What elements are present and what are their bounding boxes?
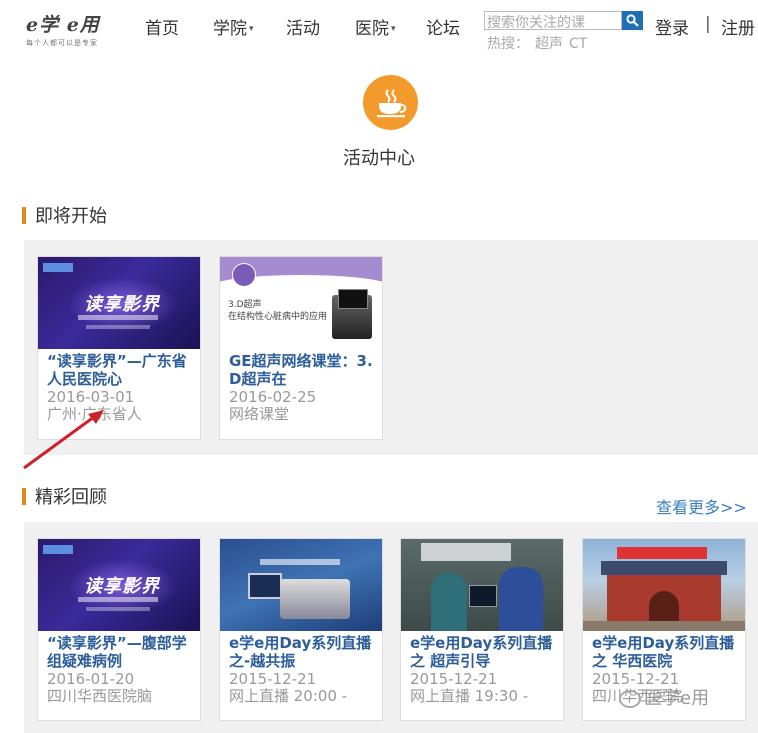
event-title[interactable]: e学e用Day系列直播之 超声引导 <box>401 631 563 670</box>
annotation-arrow-icon <box>23 410 104 470</box>
event-date: 2015-12-21 <box>410 670 498 688</box>
event-card[interactable]: 3.D超声 在结构性心脏病中的应用 GE超声网络课堂：3.D超声在 2016-02… <box>219 256 383 440</box>
event-card[interactable]: e学e用Day系列直播之 超声引导 2015-12-21 网上直播 19:30 … <box>400 538 564 721</box>
chevron-down-icon: ▾ <box>391 24 396 34</box>
event-thumbnail: 读享影界 <box>38 539 200 631</box>
event-thumbnail <box>583 539 745 631</box>
section-review-heading: 精彩回顾 <box>22 484 107 508</box>
wechat-icon <box>619 690 641 708</box>
wechat-watermark: 医学e用 <box>619 684 709 710</box>
search-button[interactable] <box>622 11 643 30</box>
register-link[interactable]: 注册 <box>721 14 755 39</box>
event-thumbnail <box>401 539 563 631</box>
event-location: 网络课堂 <box>229 406 290 423</box>
event-title[interactable]: GE超声网络课堂：3.D超声在 <box>220 349 382 388</box>
event-location: 网上直播 19:30 - <box>410 688 529 705</box>
hot-search-term[interactable]: CT <box>569 36 587 52</box>
header-separator: | <box>705 14 711 34</box>
event-title[interactable]: e学e用Day系列直播之-越共振 <box>220 631 382 670</box>
logo-text: e学 e用 <box>26 14 100 36</box>
nav-item-hospitals[interactable]: 医院 ▾ <box>355 14 396 39</box>
nav-item-academy[interactable]: 学院 ▾ <box>213 14 254 39</box>
page-title: 活动中心 <box>343 148 415 169</box>
section-upcoming-heading: 即将开始 <box>22 203 107 227</box>
section-title: 精彩回顾 <box>35 487 107 508</box>
section-marker <box>22 206 26 224</box>
logo-slogan: 每个人都可以是专家 <box>26 39 98 47</box>
login-link[interactable]: 登录 <box>655 14 689 39</box>
section-marker <box>22 487 26 505</box>
nav-item-activities[interactable]: 活动 <box>286 14 320 39</box>
chevron-down-icon: ▾ <box>249 24 254 34</box>
hot-search-term[interactable]: 超声 <box>535 36 563 52</box>
event-location: 四川华西医院脑 <box>47 688 153 705</box>
search-box <box>484 11 623 32</box>
top-navigation-bar: e学 e用 每个人都可以是专家 首页 学院▾ 活动 医院▾ 论坛 热搜：超声CT… <box>0 0 758 54</box>
hot-searches: 热搜： 超声 CT <box>487 36 588 52</box>
nav-item-forum[interactable]: 论坛 <box>426 14 460 39</box>
coffee-cup-icon <box>363 75 418 130</box>
event-title[interactable]: “读享影界”—广东省人民医院心 <box>38 349 200 388</box>
search-input[interactable] <box>485 14 623 32</box>
event-thumbnail: 读享影界 <box>38 257 200 349</box>
event-thumbnail: 3.D超声 在结构性心脏病中的应用 <box>220 257 382 349</box>
event-date: 2015-12-21 <box>229 670 317 688</box>
event-date: 2016-01-20 <box>47 670 135 688</box>
event-title[interactable]: e学e用Day系列直播之 华西医院 <box>583 631 745 670</box>
view-more-link[interactable]: 查看更多>> <box>656 494 747 518</box>
event-card[interactable]: e学e用Day系列直播之-越共振 2015-12-21 网上直播 20:00 - <box>219 538 383 721</box>
event-card[interactable]: 读享影界 “读享影界”—腹部学组疑难病例 2016-01-20 四川华西医院脑 <box>37 538 201 721</box>
nav-item-home[interactable]: 首页 <box>145 14 179 39</box>
event-thumbnail <box>220 539 382 631</box>
event-title[interactable]: “读享影界”—腹部学组疑难病例 <box>38 631 200 670</box>
search-icon <box>626 14 639 27</box>
section-title: 即将开始 <box>35 206 107 227</box>
site-logo[interactable]: e学 e用 每个人都可以是专家 <box>26 10 126 47</box>
event-date: 2016-02-25 <box>229 388 317 406</box>
event-location: 网上直播 20:00 - <box>229 688 348 705</box>
